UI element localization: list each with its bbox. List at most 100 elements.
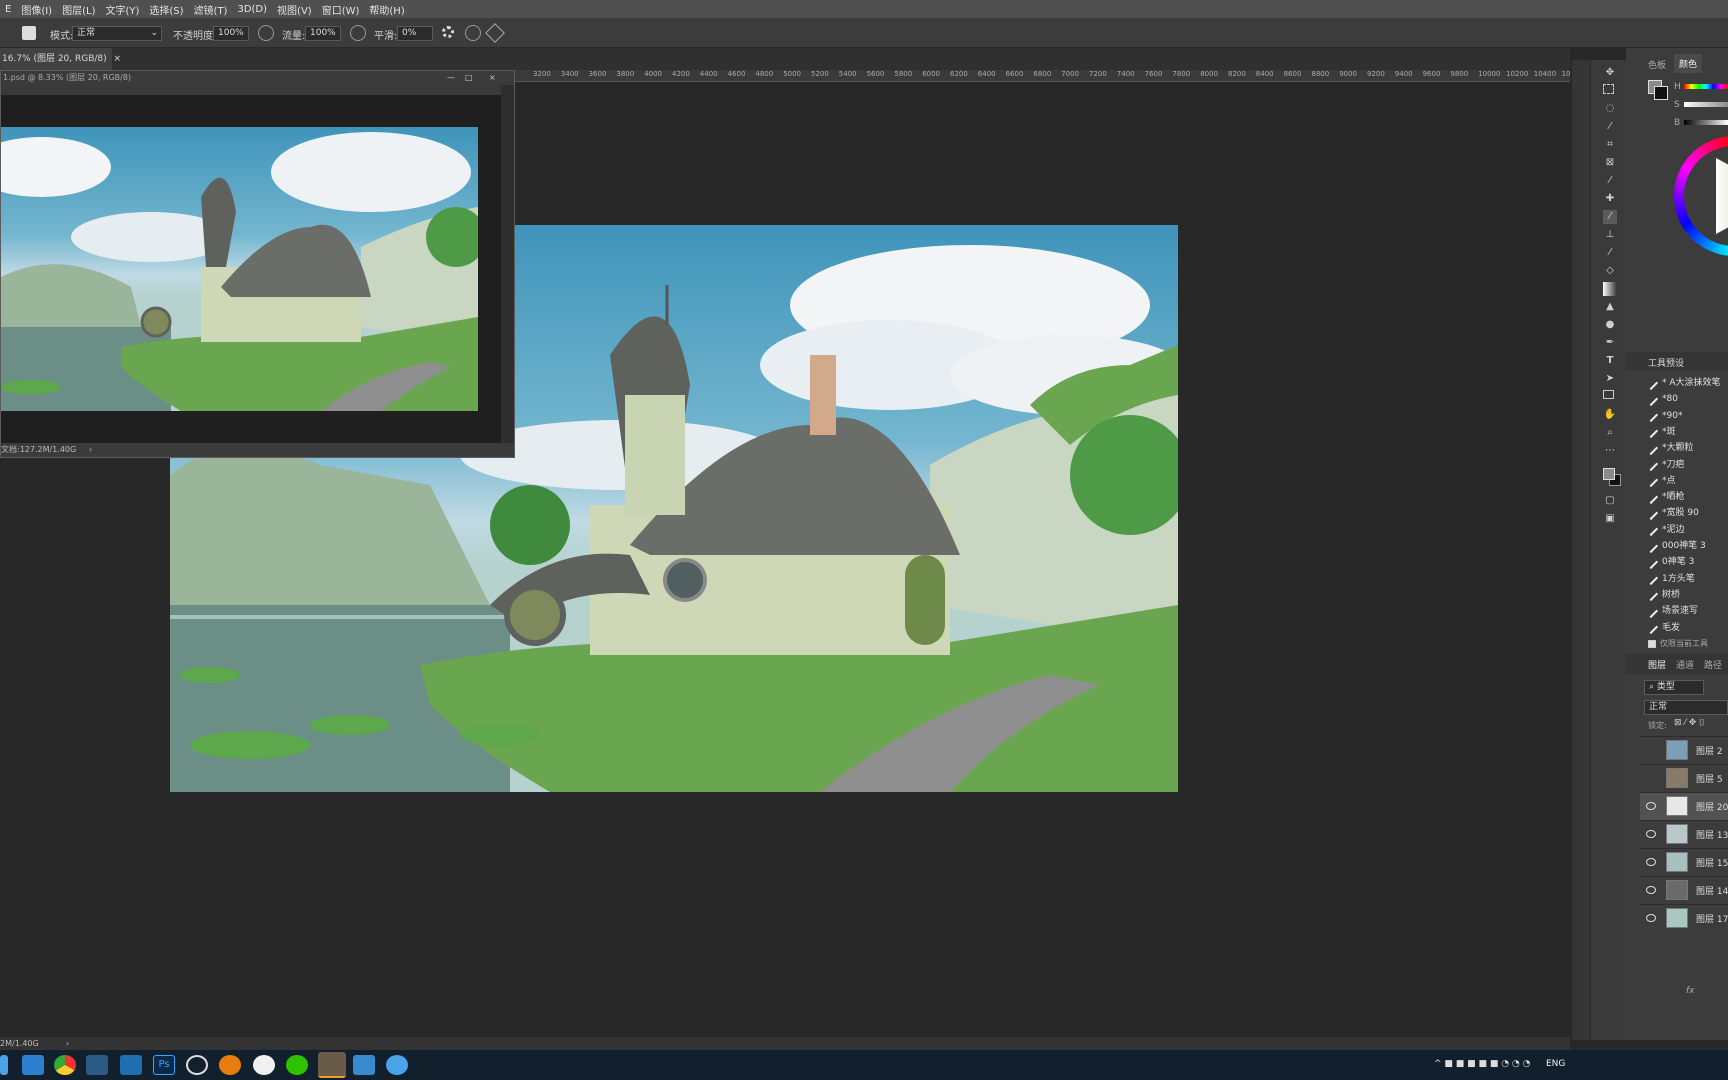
hand-tool-icon[interactable]: ✋ (1603, 408, 1617, 422)
brush-preset-item[interactable]: 树桥 (1643, 587, 1728, 603)
rectangle-tool-icon[interactable] (1603, 390, 1614, 399)
brush-preset-icon[interactable] (22, 26, 36, 40)
chevron-right-icon[interactable]: › (89, 443, 92, 457)
menu-window[interactable]: 窗口(W) (317, 2, 365, 17)
gear-icon[interactable] (442, 26, 454, 38)
foreground-color-swatch[interactable] (1603, 468, 1615, 480)
edge-like-icon[interactable] (120, 1055, 142, 1075)
brush-preset-item[interactable]: 毛发 (1643, 619, 1728, 636)
menu-3d[interactable]: 3D(D) (232, 4, 272, 15)
layer-row[interactable]: 图层 14 (1640, 876, 1728, 904)
image-app-icon[interactable] (353, 1055, 375, 1075)
eraser-tool-icon[interactable]: ◇ (1603, 264, 1617, 278)
visibility-eye-icon[interactable] (1646, 830, 1656, 838)
brush-tool-icon[interactable]: ⁄ (1603, 210, 1617, 224)
photoshop-icon[interactable]: Ps (153, 1055, 175, 1075)
brush-preset-item[interactable]: *斑 (1643, 424, 1728, 440)
eyedropper-icon[interactable]: ⁄ (1603, 174, 1617, 188)
visibility-eye-icon[interactable] (1646, 774, 1656, 782)
visibility-eye-icon[interactable] (1646, 914, 1656, 922)
marquee-tool-icon[interactable] (1603, 84, 1614, 94)
bg-color-chip[interactable] (1654, 86, 1668, 100)
floating-document-window[interactable]: 1.psd @ 8.33% (图层 20, RGB/8) — □ × 文档:12… (0, 70, 515, 458)
system-tray-icons[interactable]: ^ ■ ■ ■ ■ ■ ◔ ◔ ◔ (1434, 1059, 1534, 1071)
menu-edit[interactable]: E (0, 4, 16, 15)
sketch-app-icon[interactable] (86, 1055, 108, 1075)
layer-row[interactable]: 图层 15 (1640, 848, 1728, 876)
maximize-icon[interactable]: □ (465, 71, 473, 85)
quick-mask-icon[interactable]: ▢ (1603, 494, 1617, 508)
brush-preset-item[interactable]: *刀疤 (1643, 456, 1728, 473)
visibility-eye-icon[interactable] (1646, 886, 1656, 894)
brush-preset-item[interactable]: *晒枪 (1643, 489, 1728, 505)
brush-preset-item[interactable]: *点 (1643, 473, 1728, 489)
frame-tool-icon[interactable]: ⊠ (1603, 156, 1617, 170)
healing-brush-icon[interactable]: ✚ (1603, 192, 1617, 206)
obs-icon[interactable] (186, 1055, 208, 1075)
color-wheel[interactable] (1674, 136, 1728, 256)
mode-select[interactable]: 正常 ⌄ (72, 26, 162, 41)
brush-preset-item[interactable]: *宽股 90 (1643, 505, 1728, 521)
layer-row[interactable]: 图层 5 (1640, 764, 1728, 792)
reference-image[interactable] (1, 127, 478, 411)
tab-swatches[interactable]: 色板 (1648, 58, 1666, 71)
smooth-input[interactable]: 0% (397, 26, 433, 41)
type-tool-icon[interactable]: T (1603, 354, 1617, 368)
brush-preset-item[interactable]: * A大涂抹效笔 (1643, 375, 1728, 391)
brush-preset-item[interactable]: *泥边 (1643, 522, 1728, 538)
browser-icon[interactable] (22, 1055, 44, 1075)
layer-row[interactable]: 图层 2 (1640, 736, 1728, 764)
brush-preset-item[interactable]: *80 (1643, 391, 1728, 407)
airbrush-icon[interactable] (350, 25, 366, 41)
brush-preset-item[interactable]: *大颗粒 (1643, 440, 1728, 456)
current-tool-only-checkbox[interactable] (1648, 640, 1656, 648)
doc-window-canvas-area[interactable] (1, 95, 501, 445)
chrome-icon[interactable] (54, 1055, 76, 1075)
layer-row[interactable]: 图层 13 (1640, 820, 1728, 848)
pen-tool-icon[interactable]: ✒ (1603, 336, 1617, 350)
tab-channels[interactable]: 通道 (1676, 658, 1694, 671)
pressure-opacity-icon[interactable] (258, 25, 274, 41)
visibility-eye-icon[interactable] (1646, 746, 1656, 754)
pressure-size-icon[interactable] (465, 25, 481, 41)
stamp-tool-icon[interactable]: ⊥ (1603, 228, 1617, 242)
flow-input[interactable]: 100% (305, 26, 341, 41)
wps-icon[interactable] (253, 1055, 275, 1075)
crop-tool-icon[interactable]: ⌗ (1603, 138, 1617, 152)
menu-filter[interactable]: 滤镜(T) (189, 2, 233, 17)
minimize-icon[interactable]: — (447, 71, 455, 85)
chevron-right-icon[interactable]: › (66, 1037, 69, 1050)
menu-layer[interactable]: 图层(L) (57, 2, 100, 17)
move-tool-icon[interactable]: ✥ (1603, 66, 1617, 80)
symmetry-icon[interactable] (485, 23, 505, 43)
magic-wand-icon[interactable]: ⁄ (1603, 120, 1617, 134)
brush-preset-item[interactable]: *90* (1643, 408, 1728, 424)
brush-preset-item[interactable]: 1方头笔 (1643, 571, 1728, 587)
menu-help[interactable]: 帮助(H) (364, 2, 409, 17)
zoom-tool-icon[interactable]: ⌕ (1603, 426, 1617, 440)
wechat-icon[interactable] (286, 1055, 308, 1075)
language-indicator[interactable]: ENG (1546, 1059, 1565, 1069)
blur-tool-icon[interactable]: ▲ (1603, 300, 1617, 314)
lock-icons[interactable]: ⊠ ⁄ ✥ ⌷ (1674, 718, 1705, 728)
avatar-app-icon[interactable] (318, 1052, 346, 1078)
doc-window-titlebar[interactable]: 1.psd @ 8.33% (图层 20, RGB/8) — □ × (1, 71, 514, 85)
blender-icon[interactable] (219, 1055, 241, 1075)
brightness-slider[interactable] (1684, 120, 1728, 125)
opacity-input[interactable]: 100% (213, 26, 249, 41)
menu-image[interactable]: 图像(I) (16, 2, 57, 17)
visibility-eye-icon[interactable] (1646, 802, 1656, 810)
brush-preset-item[interactable]: 0神笔 3 (1643, 554, 1728, 570)
brush-preset-item[interactable]: 000神笔 3 (1643, 538, 1728, 554)
hue-slider[interactable] (1684, 84, 1728, 89)
tab-document[interactable]: 16.7% (图层 20, RGB/8) × (0, 48, 121, 70)
saturation-slider[interactable] (1684, 102, 1728, 107)
dodge-tool-icon[interactable]: ● (1603, 318, 1617, 332)
tab-close-icon[interactable]: × (114, 54, 122, 64)
fx-button[interactable]: fx (1686, 986, 1695, 996)
tab-layers[interactable]: 图层 (1648, 658, 1666, 671)
menu-view[interactable]: 视图(V) (272, 2, 317, 17)
layer-row[interactable]: 图层 20 (1640, 792, 1728, 820)
blend-mode-select[interactable]: 正常 (1644, 700, 1728, 715)
path-select-icon[interactable]: ➤ (1603, 372, 1617, 386)
